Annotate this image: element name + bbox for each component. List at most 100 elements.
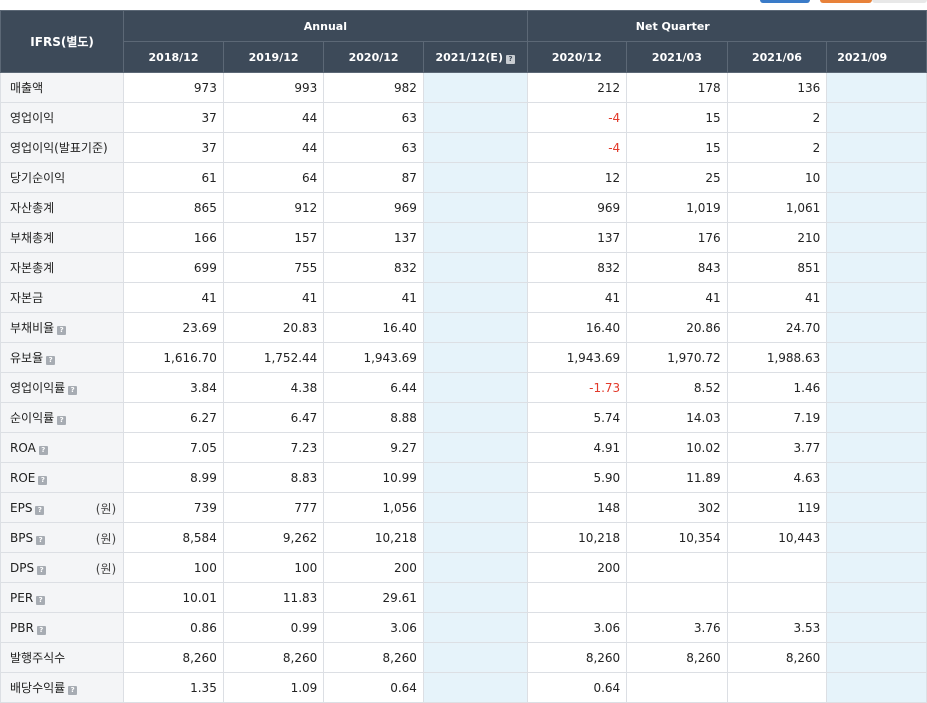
question-icon[interactable]: ? <box>46 356 56 365</box>
period-header: 2021/09 <box>826 41 927 73</box>
value-cell: 200 <box>323 552 424 583</box>
row-label: ROE <box>10 470 36 485</box>
value-cell: 8.88 <box>323 402 424 433</box>
row-label-cell: 부채비율? <box>0 312 125 343</box>
value-cell: 1,061 <box>726 192 828 223</box>
value-cell: 137 <box>526 222 628 253</box>
question-icon[interactable]: ? <box>38 475 48 485</box>
value-cell <box>826 162 927 193</box>
value-cell: 63 <box>323 132 424 163</box>
question-icon[interactable]: ? <box>68 686 78 695</box>
period-header: 2020/12 <box>526 41 628 73</box>
value-cell: 1,616.70 <box>123 342 224 373</box>
question-icon[interactable]: ? <box>505 54 515 64</box>
value-cell <box>422 672 528 703</box>
corner-header: IFRS(별도) <box>0 10 125 73</box>
row-label: PBR <box>10 620 34 635</box>
row-label-cell: 유보율? <box>0 342 125 373</box>
quarter-group-label: Net Quarter <box>635 19 710 33</box>
question-icon[interactable]: ? <box>68 386 78 395</box>
table-row: 배당수익률? 1.35 1.09 0.64 0.64 <box>0 672 927 703</box>
value-cell: 11.89 <box>626 462 728 493</box>
value-cell <box>826 672 927 703</box>
question-icon[interactable]: ? <box>36 535 46 545</box>
row-label: 배당수익률 <box>10 681 66 695</box>
value-cell <box>726 672 828 703</box>
value-cell: 8,260 <box>323 642 424 673</box>
value-cell: 8,260 <box>526 642 628 673</box>
question-icon[interactable]: ? <box>35 505 45 515</box>
value-cell <box>826 222 927 253</box>
row-label-cell: 순이익률? <box>0 402 125 433</box>
question-icon[interactable]: ? <box>37 565 47 575</box>
value-cell: 843 <box>626 252 728 283</box>
table-row: 부채총계 166 157 137 137 176 210 <box>0 222 927 253</box>
value-cell: 20.83 <box>222 312 325 343</box>
value-cell: 1,752.44 <box>222 342 325 373</box>
tab-indicator-orange[interactable] <box>820 0 872 3</box>
question-icon[interactable]: ? <box>57 416 67 425</box>
value-cell: 3.77 <box>726 432 828 463</box>
row-label: 부채총계 <box>10 231 55 245</box>
row-label-cell: 자본총계 <box>0 252 125 283</box>
value-cell: 7.23 <box>222 432 325 463</box>
question-icon[interactable]: ? <box>36 625 46 635</box>
value-cell: 37 <box>123 102 224 133</box>
value-cell: 8.99 <box>123 462 224 493</box>
value-cell <box>826 342 927 373</box>
value-cell <box>422 252 528 283</box>
tab-indicator-blue[interactable] <box>760 0 810 3</box>
table-row: 부채비율? 23.69 20.83 16.40 16.40 20.86 24.70 <box>0 312 927 343</box>
value-cell <box>826 72 927 103</box>
value-cell: 8,260 <box>726 642 828 673</box>
table-row: PER? 10.01 11.83 29.61 <box>0 582 927 613</box>
value-cell: 1,943.69 <box>323 342 424 373</box>
row-label: 매출액 <box>10 81 44 95</box>
row-label-cell: ROE? <box>0 462 125 493</box>
value-cell: 1.09 <box>222 672 325 703</box>
value-cell: 10.02 <box>626 432 728 463</box>
value-cell: 969 <box>526 192 628 223</box>
value-cell: 23.69 <box>123 312 224 343</box>
value-cell <box>826 312 927 343</box>
question-icon[interactable]: ? <box>38 445 48 455</box>
value-cell: 178 <box>626 72 728 103</box>
value-cell <box>626 552 728 583</box>
question-icon[interactable]: ? <box>57 326 67 335</box>
value-cell <box>826 552 927 583</box>
value-cell: 3.06 <box>323 612 424 643</box>
row-label: 순이익률 <box>10 411 55 425</box>
financial-highlight-table: IFRS(별도) Annual Net Quarter 2018/12 2019/… <box>0 10 927 703</box>
question-icon[interactable]: ? <box>36 595 46 605</box>
value-cell: 210 <box>726 222 828 253</box>
value-cell: 25 <box>626 162 728 193</box>
value-cell: 8.83 <box>222 462 325 493</box>
value-cell: 6.44 <box>323 372 424 403</box>
table-row: ROE? 8.99 8.83 10.99 5.90 11.89 4.63 <box>0 462 927 493</box>
value-cell: 148 <box>526 492 628 523</box>
row-label-cell: BPS? (원) <box>0 522 125 553</box>
period-header: 2018/12 <box>123 41 224 73</box>
value-cell: 10,218 <box>323 522 424 553</box>
value-cell: 832 <box>323 252 424 283</box>
row-label: 자산총계 <box>10 201 55 215</box>
value-cell <box>422 312 528 343</box>
period-label: 2021/06 <box>751 50 802 64</box>
value-cell: 1,943.69 <box>526 342 628 373</box>
table-row: 영업이익 37 44 63 -4 15 2 <box>0 102 927 133</box>
value-cell: 16.40 <box>323 312 424 343</box>
value-cell: -4 <box>526 102 628 133</box>
value-cell: 61 <box>123 162 224 193</box>
value-cell <box>422 642 528 673</box>
value-cell <box>422 222 528 253</box>
value-cell: 41 <box>323 282 424 313</box>
table-row: 매출액 973 993 982 212 178 136 <box>0 72 927 103</box>
value-cell: 41 <box>726 282 828 313</box>
value-cell: 0.86 <box>123 612 224 643</box>
value-cell: 200 <box>526 552 628 583</box>
value-cell: 29.61 <box>323 582 424 613</box>
value-cell: 10.99 <box>323 462 424 493</box>
value-cell: 0.64 <box>526 672 628 703</box>
tab-indicator-gray[interactable] <box>872 0 927 3</box>
value-cell <box>826 642 927 673</box>
